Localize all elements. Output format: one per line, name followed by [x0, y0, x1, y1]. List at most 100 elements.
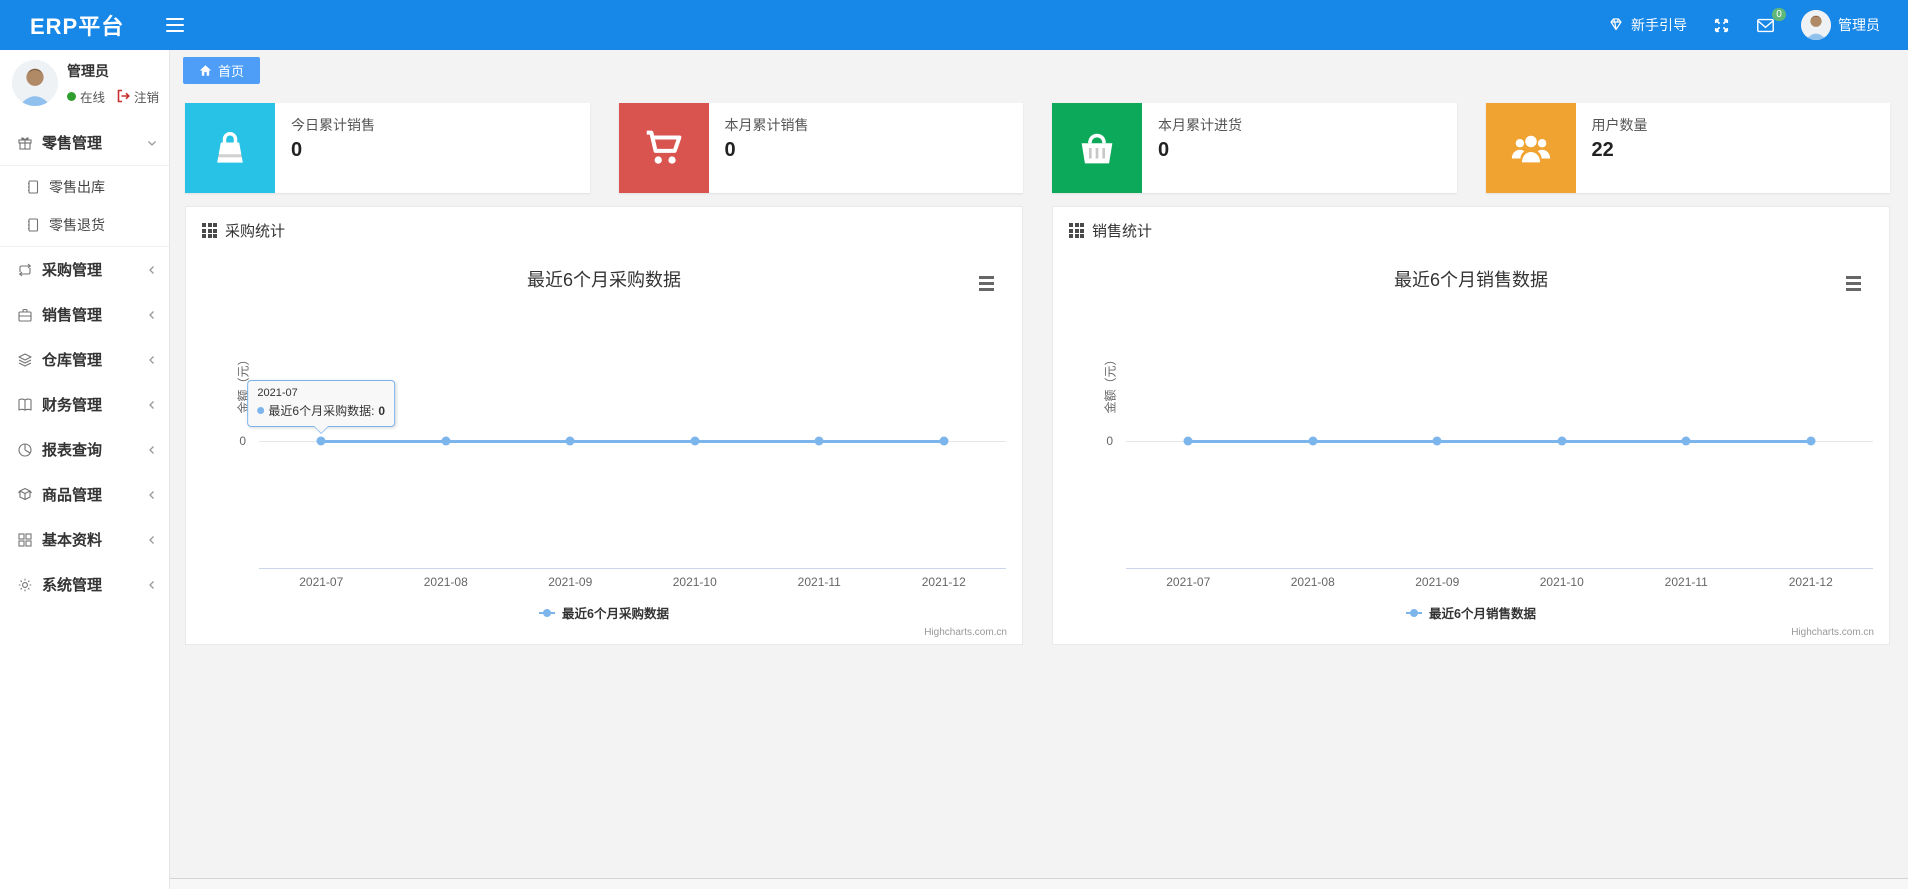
chevron-left-icon: [149, 265, 154, 274]
document-icon: [28, 180, 39, 194]
data-point-marker[interactable]: [690, 436, 700, 446]
mail-icon[interactable]: 0: [1756, 7, 1786, 34]
sidebar-item-retail[interactable]: 零售管理: [0, 120, 169, 165]
chart-tooltip: 2021-07 最近6个月采购数据: 0: [247, 380, 396, 434]
box-icon: [18, 487, 32, 500]
stat-value: 0: [1158, 139, 1170, 161]
sidebar-item-purchase[interactable]: 采购管理: [0, 247, 169, 292]
sidebar-item-finance[interactable]: 财务管理: [0, 382, 169, 427]
data-point-marker[interactable]: [1806, 436, 1816, 446]
fullscreen-icon[interactable]: [1713, 17, 1730, 34]
sidebar-item-products[interactable]: 商品管理: [0, 472, 169, 517]
x-axis-label: 2021-10: [672, 575, 717, 589]
content-footer-divider: [170, 878, 1908, 889]
sidebar-item-retail-return[interactable]: 零售退货: [0, 206, 169, 244]
online-status-dot: [67, 91, 76, 101]
avatar: [12, 60, 58, 106]
chevron-left-icon: [149, 580, 154, 589]
app-title: ERP平台: [30, 14, 125, 39]
legend-label: 最近6个月采购数据: [562, 607, 669, 621]
logout-link[interactable]: 注销: [115, 87, 159, 106]
data-point-marker[interactable]: [1308, 436, 1318, 446]
data-point-marker[interactable]: [316, 436, 326, 446]
repeat-icon: [18, 263, 32, 276]
users-icon: [1485, 103, 1576, 193]
legend-marker: [539, 608, 556, 617]
chart-legend[interactable]: 最近6个月销售数据: [1053, 603, 1889, 622]
x-axis-label: 2021-08: [423, 575, 468, 589]
data-point-marker[interactable]: [441, 436, 451, 446]
data-point-marker[interactable]: [1432, 436, 1442, 446]
stat-card-month-sales[interactable]: 本月累计销售 0: [618, 103, 1023, 193]
th-grid-icon: [202, 223, 217, 238]
tooltip-value: 0: [378, 403, 386, 418]
sales-stats-panel: 销售统计 最近6个月销售数据 金额（元） 0 2021-07 2021-08 2021-0…: [1052, 206, 1890, 645]
y-axis-tick-label: 0: [239, 434, 246, 448]
data-point-marker[interactable]: [939, 436, 949, 446]
stat-card-today-sales[interactable]: 今日累计销售 0: [185, 103, 590, 193]
sidebar-item-sales[interactable]: 销售管理: [0, 292, 169, 337]
sidebar-user-block: 管理员 在线 注销: [0, 50, 169, 114]
stat-cards: 今日累计销售 0 本月累计销售 0 本月累计进货 0 用户数量 22: [185, 103, 1890, 193]
stat-card-month-purchase[interactable]: 本月累计进货 0: [1052, 103, 1457, 193]
sidebar-user-name: 管理员: [67, 62, 109, 79]
chevron-left-icon: [149, 310, 154, 319]
gift-icon: [18, 136, 32, 150]
data-point-marker[interactable]: [1681, 436, 1691, 446]
tabs-bar: 首页: [170, 50, 1908, 91]
purchase-stats-panel: 采购统计 最近6个月采购数据 金额（元） 0 2021-07 2021-08 2021-0…: [185, 206, 1023, 645]
stat-label: 今日累计销售: [291, 117, 375, 133]
sidebar-toggle-icon[interactable]: [166, 17, 185, 33]
x-axis-label: 2021-11: [1664, 575, 1708, 589]
panel-header: 销售统计: [1053, 207, 1889, 250]
briefcase-icon: [18, 308, 32, 322]
basket-icon: [1052, 103, 1142, 193]
guide-label: 新手引导: [1631, 17, 1687, 33]
cart-icon: [618, 103, 709, 193]
tooltip-series-name: 最近6个月采购数据:: [268, 404, 375, 418]
sidebar-submenu-retail: 零售出库 零售退货: [0, 165, 169, 247]
stat-card-user-count[interactable]: 用户数量 22: [1485, 103, 1890, 193]
mail-badge: 0: [1772, 7, 1786, 21]
x-axis-line: [1126, 568, 1873, 569]
panel-title: 采购统计: [225, 223, 286, 240]
chevron-left-icon: [149, 490, 154, 499]
plot-area: 2021-07 2021-08 2021-09 2021-10 2021-11 2021-…: [247, 250, 1006, 643]
user-menu[interactable]: 管理员: [1801, 10, 1880, 40]
sidebar-item-retail-outbound[interactable]: 零售出库: [0, 168, 169, 206]
highcharts-credits-link[interactable]: Highcharts.com.cn: [1791, 627, 1874, 638]
tab-home[interactable]: 首页: [183, 57, 261, 84]
bag-icon: [185, 103, 275, 193]
chart-legend[interactable]: 最近6个月采购数据: [186, 603, 1022, 622]
sidebar-item-basic-data[interactable]: 基本资料: [0, 517, 169, 562]
plot-area: 2021-07 2021-08 2021-09 2021-10 2021-11 2021-…: [1126, 250, 1873, 643]
y-axis-tick-label: 0: [1106, 434, 1113, 448]
chevron-left-icon: [149, 400, 154, 409]
data-point-marker[interactable]: [565, 436, 575, 446]
tooltip-category: 2021-07: [257, 387, 298, 399]
sidebar-item-warehouse[interactable]: 仓库管理: [0, 337, 169, 382]
panel-header: 采购统计: [186, 207, 1022, 250]
sidebar-item-system[interactable]: 系统管理: [0, 562, 169, 607]
data-point-marker[interactable]: [1183, 436, 1193, 446]
user-label: 管理员: [1838, 17, 1880, 33]
pie-chart-icon: [18, 442, 32, 457]
x-axis-label: 2021-09: [1415, 575, 1460, 589]
chevron-left-icon: [149, 445, 154, 454]
book-icon: [18, 398, 32, 411]
tooltip-series-dot: [257, 407, 265, 414]
th-grid-icon: [1069, 223, 1084, 238]
chevron-left-icon: [149, 535, 154, 544]
chevron-down-icon: [148, 140, 156, 146]
guide-button[interactable]: 新手引导: [1608, 15, 1687, 35]
x-axis-label: 2021-10: [1539, 575, 1584, 589]
x-axis-line: [259, 568, 1006, 569]
x-axis-label: 2021-12: [1788, 575, 1833, 589]
sidebar: 管理员 在线 注销 零售管理 零售出库 零售退货 采购管理 销售管理 仓库管理 …: [0, 50, 170, 889]
stat-label: 本月累计进货: [1158, 117, 1242, 133]
highcharts-credits-link[interactable]: Highcharts.com.cn: [924, 627, 1007, 638]
sidebar-item-reports[interactable]: 报表查询: [0, 427, 169, 472]
data-point-marker[interactable]: [1557, 436, 1567, 446]
main-content: 首页 今日累计销售 0 本月累计销售 0 本月累计进货 0 用户数量 22 采购…: [170, 50, 1908, 889]
data-point-marker[interactable]: [814, 436, 824, 446]
